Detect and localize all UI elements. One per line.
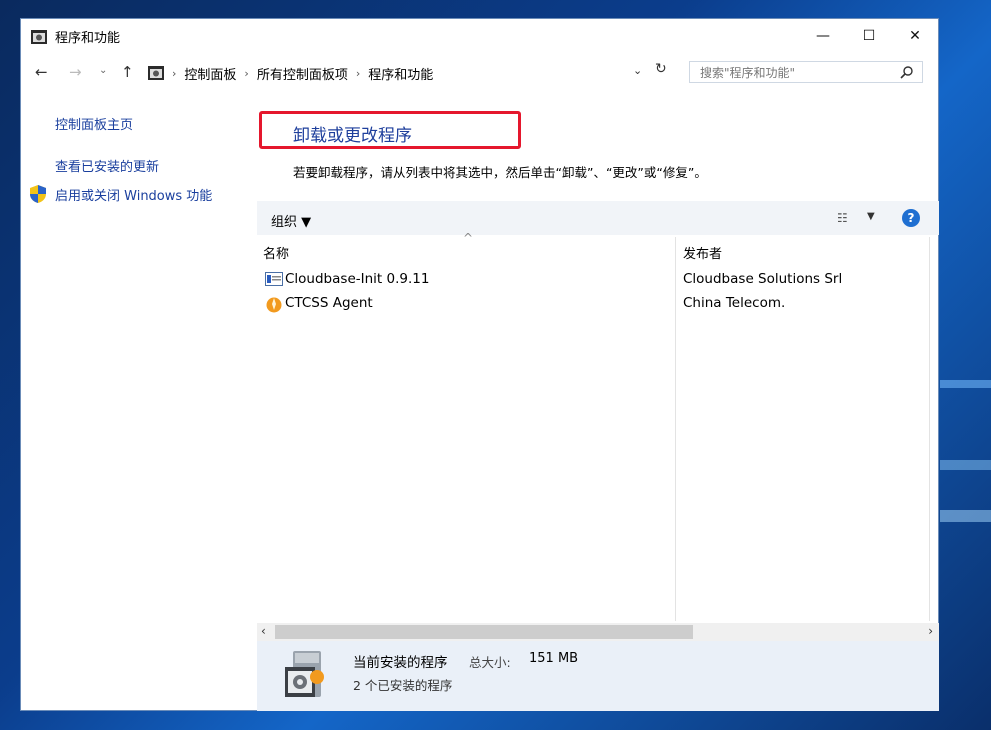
control-panel-icon	[31, 30, 47, 44]
scrollbar-thumb[interactable]	[275, 625, 693, 639]
organize-button[interactable]: 组织 ▼	[271, 211, 311, 230]
chevron-right-icon: ›	[244, 66, 249, 80]
window-title: 程序和功能	[55, 31, 121, 46]
view-dropdown-icon[interactable]: ▼	[867, 211, 875, 222]
forward-arrow-icon[interactable]: →	[69, 63, 82, 81]
up-arrow-icon[interactable]: ↑	[121, 63, 134, 81]
installer-icon	[265, 272, 283, 286]
column-header-name[interactable]: 名称	[263, 243, 289, 262]
view-options-icon[interactable]: ☷	[837, 211, 848, 225]
refresh-icon[interactable]: ↻	[655, 61, 667, 77]
recent-chevron-down-icon[interactable]: ⌄	[99, 65, 107, 76]
control-panel-home-link[interactable]: 控制面板主页	[55, 114, 133, 133]
agent-icon	[266, 297, 282, 313]
chevron-right-icon: ›	[355, 66, 361, 80]
total-size-value: 151 MB	[529, 651, 579, 666]
breadcrumb-programs[interactable]: 程序和功能	[368, 64, 433, 83]
address-row: ← → ⌄ ↑ › 控制面板 › 所有控制面板项 › 程序和功能 ⌄ ↻ 搜索"…	[21, 57, 938, 89]
program-name: CTCSS Agent	[285, 295, 373, 311]
maximize-button[interactable]: ☐	[846, 19, 892, 53]
minimize-button[interactable]: —	[800, 19, 846, 53]
title-bar: 程序和功能 — ☐ ✕	[21, 19, 938, 53]
address-dropdown-icon[interactable]: ⌄	[633, 64, 642, 77]
shield-icon	[30, 185, 46, 203]
program-name: Cloudbase-Init 0.9.11	[285, 271, 430, 287]
program-publisher: Cloudbase Solutions Srl	[683, 271, 843, 287]
desktop-light-streak	[940, 460, 991, 470]
installed-programs-icon	[285, 651, 324, 697]
breadcrumb-control-panel[interactable]: 控制面板	[184, 64, 236, 83]
program-publisher: China Telecom.	[683, 295, 786, 311]
breadcrumb-all-items[interactable]: 所有控制面板项	[257, 64, 348, 83]
page-title: 卸载或更改程序	[293, 126, 412, 146]
installed-count: 2 个已安装的程序	[353, 678, 453, 693]
view-installed-updates-link[interactable]: 查看已安装的更新	[55, 156, 159, 175]
search-input[interactable]: 搜索"程序和功能"	[689, 61, 923, 83]
desktop-light-streak	[940, 380, 991, 388]
chevron-right-icon: ›	[172, 66, 177, 80]
windows-features-link[interactable]: 启用或关闭 Windows 功能	[55, 185, 212, 204]
control-panel-icon	[148, 66, 164, 80]
command-toolbar: 组织 ▼ ☷ ▼ ?	[257, 201, 939, 235]
program-list: ^ 名称 发布者 Cloudbase-Init 0.9.11 Cloudbase…	[257, 231, 939, 621]
total-size-label: 总大小:	[469, 655, 511, 670]
back-arrow-icon[interactable]: ←	[35, 63, 48, 81]
column-header-publisher[interactable]: 发布者	[683, 243, 722, 262]
scroll-left-icon[interactable]: ‹	[261, 624, 266, 638]
scroll-right-icon[interactable]: ›	[928, 624, 933, 638]
table-row[interactable]: Cloudbase-Init 0.9.11 Cloudbase Solution…	[257, 267, 939, 291]
help-icon[interactable]: ?	[902, 209, 920, 227]
sort-ascending-icon: ^	[463, 231, 474, 245]
address-bar[interactable]: › 控制面板 › 所有控制面板项 › 程序和功能	[143, 61, 673, 85]
search-placeholder: 搜索"程序和功能"	[700, 65, 796, 80]
desktop-light-streak	[940, 510, 991, 522]
table-row[interactable]: CTCSS Agent China Telecom.	[257, 291, 939, 315]
close-button[interactable]: ✕	[892, 19, 938, 53]
search-icon[interactable]	[900, 65, 914, 79]
page-description: 若要卸载程序，请从列表中将其选中，然后单击“卸载”、“更改”或“修复”。	[293, 165, 707, 180]
details-pane: 当前安装的程序 总大小: 151 MB 2 个已安装的程序	[257, 641, 939, 711]
programs-window: 程序和功能 — ☐ ✕ ← → ⌄ ↑ › 控制面板 › 所有控制面板项 › 程…	[20, 18, 939, 711]
horizontal-scrollbar[interactable]: ‹ ›	[257, 623, 939, 641]
details-title: 当前安装的程序	[353, 655, 448, 671]
